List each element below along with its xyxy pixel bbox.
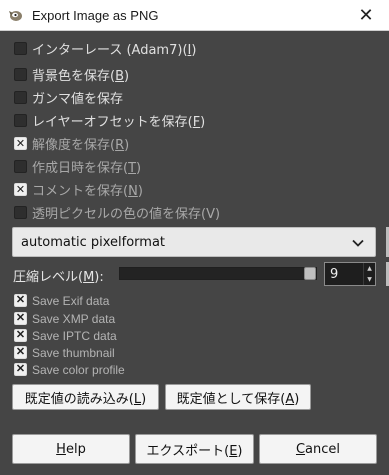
load-defaults-button[interactable]: 既定値の読み込み(L) (12, 384, 159, 410)
checkbox-checked[interactable]: ✕ (14, 329, 27, 342)
compression-slider[interactable] (119, 267, 317, 280)
option-label: ガンマ値を保存 (32, 91, 124, 107)
checkbox-checked[interactable]: ✕ (14, 346, 27, 359)
close-button[interactable]: ✕ (343, 0, 389, 31)
option-label: Save IPTC data (32, 328, 117, 343)
option-save-gamma[interactable]: ガンマ値を保存 (14, 87, 123, 107)
spin-arrows[interactable]: ▲ ▼ (363, 263, 375, 285)
option-label: レイヤーオフセットを保存(F) (32, 114, 206, 130)
option-save-layer-offset[interactable]: レイヤーオフセットを保存(F) (14, 110, 205, 130)
export-button[interactable]: エクスポート(E) (135, 434, 254, 464)
option-save-exif[interactable]: ✕ Save Exif data (14, 292, 109, 309)
option-label: 作成日時を保存(T) (32, 160, 142, 176)
slider-fill (120, 268, 304, 279)
option-label: Save color profile (32, 362, 125, 377)
option-save-comment: ✕ コメントを保存(N) (14, 179, 143, 199)
option-save-transparent-color: 透明ピクセルの色の値を保存(V) (14, 202, 220, 222)
option-label: インターレース (Adam7)(I) (32, 42, 197, 58)
pixelformat-select[interactable]: automatic pixelformat (12, 227, 376, 257)
option-label: コメントを保存(N) (32, 183, 143, 199)
compression-label: 圧縮レベル(M): (13, 270, 104, 285)
close-icon: ✕ (358, 5, 374, 26)
button-label: Help (56, 441, 86, 457)
option-save-creation-time: 作成日時を保存(T) (14, 156, 141, 176)
button-label: エクスポート(E) (146, 443, 243, 459)
option-save-resolution: ✕ 解像度を保存(R) (14, 133, 129, 153)
button-label: 既定値の読み込み(L) (24, 391, 147, 407)
button-label: Cancel (295, 441, 341, 457)
spin-down-icon[interactable]: ▼ (364, 274, 375, 285)
checkbox[interactable] (14, 41, 27, 55)
checkbox (14, 205, 27, 219)
help-button[interactable]: Help (12, 434, 130, 464)
title-bar: Export Image as PNG ✕ (0, 0, 389, 31)
option-label: Save thumbnail (32, 345, 115, 360)
option-label: Save XMP data (32, 311, 116, 326)
checkbox-checked[interactable]: ✕ (14, 294, 27, 307)
option-save-iptc[interactable]: ✕ Save IPTC data (14, 327, 117, 344)
slider-handle[interactable] (304, 267, 316, 280)
checkbox-checked: ✕ (14, 136, 27, 150)
button-label: 既定値として保存(A) (176, 391, 300, 407)
compression-spinbox[interactable]: 9 ▲ ▼ (324, 262, 376, 286)
compression-value[interactable]: 9 (325, 267, 363, 282)
option-label: 解像度を保存(R) (32, 137, 130, 153)
option-label: Save Exif data (32, 293, 110, 308)
save-defaults-button[interactable]: 既定値として保存(A) (165, 384, 311, 410)
pixelformat-value: automatic pixelformat (21, 234, 166, 250)
gimp-icon (6, 7, 24, 23)
spin-up-icon[interactable]: ▲ (364, 263, 375, 274)
checkbox-checked[interactable]: ✕ (14, 363, 27, 376)
checkbox-checked: ✕ (14, 182, 27, 196)
option-save-xmp[interactable]: ✕ Save XMP data (14, 310, 115, 327)
option-save-thumbnail[interactable]: ✕ Save thumbnail (14, 344, 115, 361)
checkbox[interactable] (14, 67, 27, 81)
cancel-button[interactable]: Cancel (259, 434, 377, 464)
window-title: Export Image as PNG (32, 7, 159, 23)
checkbox[interactable] (14, 90, 27, 104)
checkbox[interactable] (14, 113, 27, 127)
option-label: 背景色を保存(B) (32, 68, 130, 84)
option-interlace[interactable]: インターレース (Adam7)(I) (14, 38, 196, 58)
option-label: 透明ピクセルの色の値を保存(V) (32, 206, 221, 222)
checkbox (14, 159, 27, 173)
option-save-background[interactable]: 背景色を保存(B) (14, 64, 129, 84)
option-save-color-profile[interactable]: ✕ Save color profile (14, 361, 125, 378)
chevron-down-icon (352, 239, 364, 247)
checkbox-checked[interactable]: ✕ (14, 312, 27, 325)
